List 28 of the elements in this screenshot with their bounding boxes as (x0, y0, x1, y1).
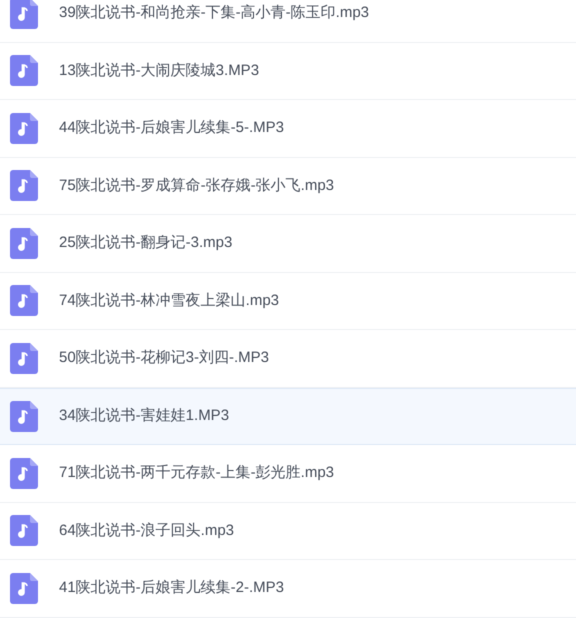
file-row[interactable]: 74陕北说书-林冲雪夜上梁山.mp3 (0, 272, 576, 330)
music-file-icon (10, 515, 38, 546)
file-name: 71陕北说书-两千元存款-上集-彭光胜.mp3 (59, 463, 334, 483)
music-file-icon (10, 112, 38, 144)
music-file-icon (10, 285, 38, 316)
file-row[interactable]: 75陕北说书-罗成算命-张存娥-张小飞.mp3 (0, 158, 576, 215)
file-name: 39陕北说书-和尚抢亲-下集-高小青-陈玉印.mp3 (59, 3, 370, 23)
music-file-icon (10, 0, 38, 29)
file-row[interactable]: 34陕北说书-害娃娃1.MP3 (0, 388, 576, 445)
file-name: 13陕北说书-大闹庆陵城3.MP3 (59, 60, 260, 80)
music-file-icon (10, 55, 38, 86)
file-name: 64陕北说书-浪子回头.mp3 (59, 520, 234, 540)
music-file-icon (10, 342, 38, 374)
file-name: 74陕北说书-林冲雪夜上梁山.mp3 (59, 290, 280, 310)
music-file-icon (10, 400, 38, 432)
music-file-icon (10, 572, 38, 604)
file-name: 34陕北说书-害娃娃1.MP3 (59, 406, 230, 426)
file-name: 50陕北说书-花柳记3-刘四-.MP3 (59, 348, 270, 368)
file-row[interactable]: 64陕北说书-浪子回头.mp3 (0, 502, 576, 560)
music-file-icon (10, 170, 38, 202)
file-name: 44陕北说书-后娘害儿续集-5-.MP3 (59, 118, 284, 138)
file-name: 75陕北说书-罗成算命-张存娥-张小飞.mp3 (59, 176, 334, 196)
file-row[interactable]: 39陕北说书-和尚抢亲-下集-高小青-陈玉印.mp3 (0, 0, 576, 42)
music-file-icon (10, 458, 38, 489)
file-name: 25陕北说书-翻身记-3.mp3 (59, 233, 232, 253)
music-file-icon (10, 228, 38, 259)
file-row[interactable]: 13陕北说书-大闹庆陵城3.MP3 (0, 42, 576, 100)
file-name: 41陕北说书-后娘害儿续集-2-.MP3 (59, 578, 284, 598)
